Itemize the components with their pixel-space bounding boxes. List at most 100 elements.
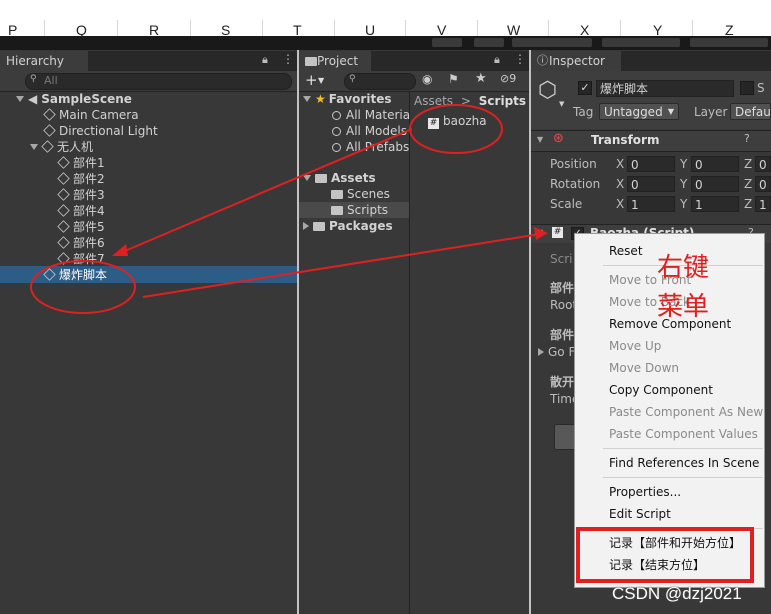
info-icon: ⓘ	[537, 54, 548, 67]
toolbar-button[interactable]	[474, 38, 504, 47]
foldout-arrow-icon[interactable]: ▼	[537, 135, 543, 144]
folder-item[interactable]: Scenes	[331, 186, 390, 202]
tag-dropdown[interactable]: Untagged ▼	[599, 103, 679, 120]
favorite-item[interactable]: All Materia	[332, 107, 410, 123]
packages-row[interactable]: Packages	[303, 218, 393, 234]
layers-dropdown[interactable]	[602, 38, 680, 47]
tab-hierarchy[interactable]: Hierarchy	[0, 51, 88, 71]
foldout-arrow-icon[interactable]: ▼	[537, 228, 543, 237]
hierarchy-item[interactable]: 部件4	[57, 203, 105, 219]
menu-item-edit-script[interactable]: Edit Script	[609, 506, 671, 522]
field-value: 0	[695, 178, 703, 192]
project-search-input[interactable]: ⚲	[344, 73, 416, 90]
rotation-z-field[interactable]: 0	[755, 176, 771, 192]
section-label: 部件	[550, 328, 575, 342]
scale-x-field[interactable]: 1	[627, 196, 675, 212]
section-label: 部件	[550, 281, 575, 295]
chevron-down-icon[interactable]: ▼	[318, 76, 324, 85]
kebab-menu-icon[interactable]: ⋮	[282, 52, 294, 66]
lock-icon[interactable]: 🔒︎	[262, 53, 268, 67]
breadcrumb-root[interactable]: Assets	[414, 94, 453, 108]
menu-separator	[603, 448, 763, 449]
tag-value: Untagged	[604, 105, 663, 119]
tab-inspector[interactable]: ⓘ Inspector	[531, 51, 621, 71]
menu-separator	[603, 477, 763, 478]
project-split-divider[interactable]	[409, 92, 410, 614]
rotation-y-field[interactable]: 0	[691, 176, 739, 192]
menu-item-reset[interactable]: Reset	[609, 243, 643, 259]
favorite-item[interactable]: All Models	[332, 123, 407, 139]
gameobject-cube-icon	[57, 172, 70, 185]
rotation-x-field[interactable]: 0	[627, 176, 675, 192]
field-value: 0	[759, 178, 767, 192]
item-label: All Models	[346, 124, 407, 138]
position-y-field[interactable]: 0	[691, 156, 739, 172]
menu-item-properties[interactable]: Properties...	[609, 484, 681, 500]
item-label: Scripts	[347, 203, 389, 217]
layer-dropdown[interactable]: Defau	[730, 103, 771, 120]
field-value: 1	[759, 198, 767, 212]
star-favorite-icon[interactable]: ★	[475, 71, 487, 86]
toolbar-button[interactable]	[432, 38, 462, 47]
gameobject-cube-icon	[43, 108, 56, 121]
item-label: 部件6	[73, 236, 105, 250]
folder-item-selected[interactable]: Scripts	[331, 202, 388, 218]
tab-project[interactable]: Project	[299, 51, 371, 71]
hierarchy-item[interactable]: Main Camera	[43, 107, 139, 123]
static-checkbox[interactable]	[740, 81, 754, 95]
menu-item-paste-component-values: Paste Component Values	[609, 427, 758, 441]
menu-item-copy-component[interactable]: Copy Component	[609, 382, 713, 398]
active-checkbox[interactable]: ✓	[578, 81, 592, 95]
assets-row[interactable]: Assets	[303, 170, 376, 186]
hierarchy-item[interactable]: 部件7	[57, 251, 105, 267]
search-icon: ⚲	[349, 74, 356, 84]
hidden-packages-toggle[interactable]: ⊘9	[500, 72, 516, 85]
scale-z-field[interactable]: 1	[755, 196, 771, 212]
favorites-row[interactable]: ★ Favorites	[303, 91, 391, 107]
hierarchy-item-selected[interactable]: 爆炸脚本	[43, 267, 107, 283]
menu-item-find-references[interactable]: Find References In Scene	[609, 455, 759, 471]
scale-y-field[interactable]: 1	[691, 196, 739, 212]
kebab-menu-icon[interactable]: ⋮	[514, 52, 526, 66]
chevron-down-icon[interactable]: ▼	[559, 100, 564, 108]
field-value: 1	[631, 198, 639, 212]
script-asset-baozha[interactable]: # baozha	[428, 113, 487, 129]
packages-label: Packages	[329, 219, 393, 233]
item-label: All Prefabs	[346, 140, 410, 154]
list-foldout[interactable]: Go F	[538, 344, 575, 360]
field-value: 0	[759, 158, 767, 172]
scene-row[interactable]: ◀ SampleScene	[16, 91, 132, 107]
lock-icon[interactable]: 🔒︎	[494, 53, 500, 67]
menu-item-paste-component-as-new: Paste Component As New	[609, 405, 764, 419]
favorite-item[interactable]: All Prefabs	[332, 139, 409, 155]
hierarchy-search-input[interactable]: ⚲ All	[25, 73, 292, 90]
hierarchy-item[interactable]: 无人机	[30, 139, 93, 155]
layout-dropdown[interactable]	[690, 38, 768, 47]
position-label: Position	[550, 157, 597, 171]
gameobject-cube-icon	[43, 268, 56, 281]
hierarchy-item[interactable]: 部件3	[57, 187, 105, 203]
menu-item-record-parts-start[interactable]: 记录【部件和开始方位】	[609, 535, 741, 551]
filter-label-icon[interactable]: ⚑	[448, 72, 459, 86]
toolbar-button[interactable]	[512, 38, 592, 47]
hierarchy-item[interactable]: 部件5	[57, 219, 105, 235]
gameobject-cube-icon	[57, 252, 70, 265]
hierarchy-item[interactable]: 部件1	[57, 155, 105, 171]
gameobject-cube-icon	[57, 204, 70, 217]
filter-type-icon[interactable]: ◉	[422, 72, 432, 86]
hierarchy-item[interactable]: 部件2	[57, 171, 105, 187]
add-plus-icon[interactable]: +	[305, 71, 318, 89]
object-name-field[interactable]: 爆炸脚本	[596, 80, 734, 97]
item-label: 部件3	[73, 188, 105, 202]
hierarchy-item[interactable]: 部件6	[57, 235, 105, 251]
menu-item-record-end[interactable]: 记录【结束方位】	[609, 557, 705, 573]
help-icon[interactable]: ?	[744, 132, 750, 145]
item-label: 部件4	[73, 204, 105, 218]
hierarchy-item[interactable]: Directional Light	[43, 123, 158, 139]
position-z-field[interactable]: 0	[755, 156, 771, 172]
position-x-field[interactable]: 0	[627, 156, 675, 172]
csharp-script-icon: #	[552, 227, 563, 238]
breadcrumb-leaf[interactable]: Scripts	[479, 94, 526, 108]
tab-label: Project	[317, 54, 359, 68]
folder-icon	[313, 222, 325, 231]
